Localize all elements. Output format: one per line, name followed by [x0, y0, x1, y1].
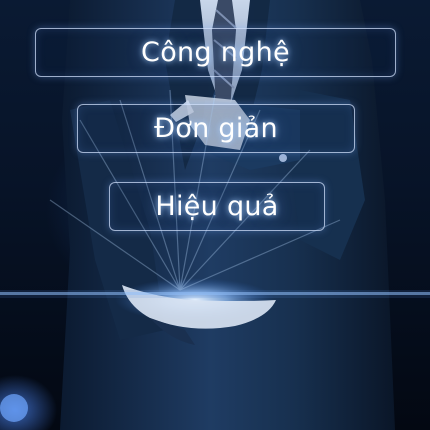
label-simple: Đơn giản — [77, 104, 355, 153]
hero-image: Công nghệ Đơn giản Hiệu quả — [0, 0, 430, 430]
label-simple-text: Đơn giản — [154, 113, 278, 144]
label-technology: Công nghệ — [35, 28, 396, 77]
label-effective-text: Hiệu quả — [155, 191, 279, 222]
label-effective: Hiệu quả — [109, 182, 325, 231]
label-technology-text: Công nghệ — [141, 37, 290, 68]
